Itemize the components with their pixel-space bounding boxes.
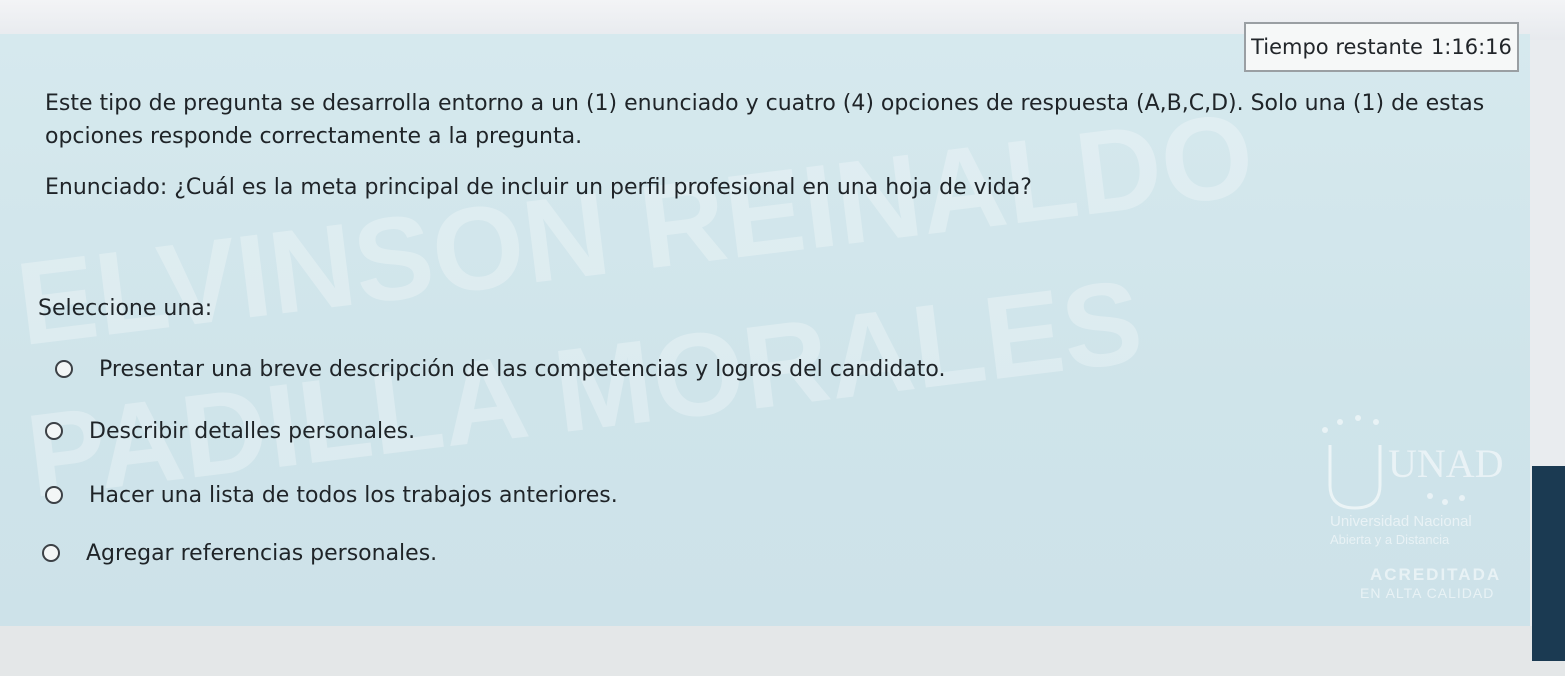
option-d[interactable]: Agregar referencias personales. [42,536,437,570]
timer-label: Tiempo restante [1251,35,1423,59]
side-tab [1532,466,1565,661]
option-d-radio[interactable] [42,544,60,562]
option-b[interactable]: Describir detalles personales. [45,414,415,448]
select-one-label: Seleccione una: [38,296,213,321]
option-a[interactable]: Presentar una breve descripción de las c… [55,352,945,386]
option-c-radio[interactable] [45,486,63,504]
option-c[interactable]: Hacer una lista de todos los trabajos an… [45,478,618,512]
time-remaining: Tiempo restante 1:16:16 [1244,22,1519,72]
option-c-text: Hacer una lista de todos los trabajos an… [89,482,618,508]
option-d-text: Agregar referencias personales. [86,540,438,566]
bottom-strip [0,626,1565,676]
instructions-text: Este tipo de pregunta se desarrolla ento… [45,91,1485,149]
option-a-radio[interactable] [55,360,73,378]
option-a-text: Presentar una breve descripción de las c… [99,356,946,382]
option-b-text: Describir detalles personales. [89,418,416,444]
option-b-radio[interactable] [45,422,63,440]
timer-value: 1:16:16 [1430,35,1512,59]
question-text: Enunciado: ¿Cuál es la meta principal de… [45,175,1032,200]
